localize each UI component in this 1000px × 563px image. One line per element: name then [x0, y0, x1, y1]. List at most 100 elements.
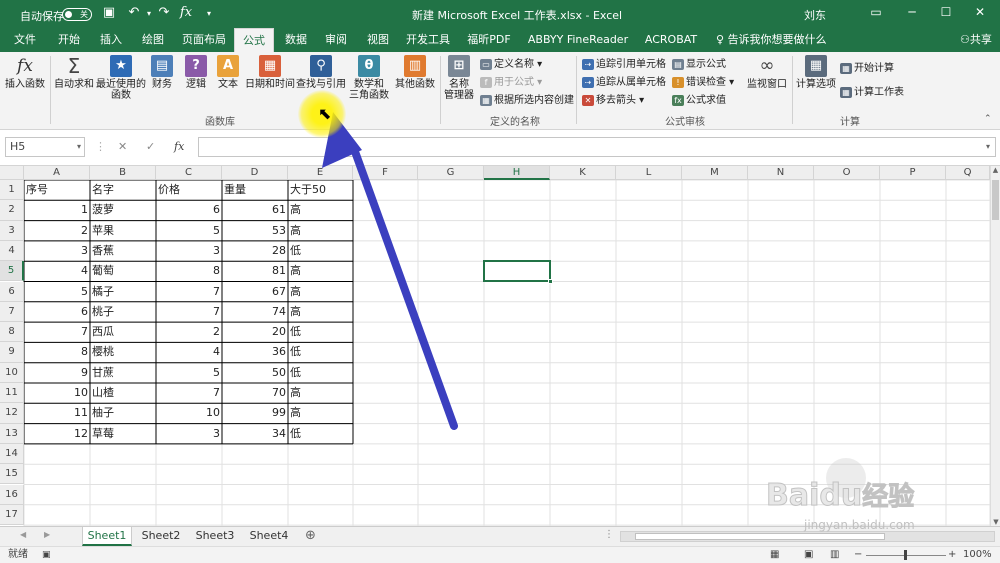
table-cell[interactable]: 高	[288, 302, 353, 322]
tab-insert[interactable]: 插入	[94, 28, 128, 52]
tab-page-layout[interactable]: 页面布局	[180, 28, 228, 52]
table-cell[interactable]: 34	[222, 424, 288, 444]
sheet-tab-2[interactable]: Sheet2	[136, 527, 186, 546]
row-header-1[interactable]: 1	[0, 180, 24, 201]
row-header-3[interactable]: 3	[0, 220, 24, 241]
maximize-icon[interactable]: ☐	[936, 5, 956, 19]
tab-draw[interactable]: 绘图	[136, 28, 170, 52]
table-cell[interactable]: 6	[156, 200, 222, 220]
column-header-k[interactable]: K	[550, 166, 616, 180]
prev-sheet-icon[interactable]: ◀	[20, 530, 26, 539]
tab-view[interactable]: 视图	[362, 28, 394, 52]
sheet-bar-splitter[interactable]: ⋮	[604, 529, 614, 540]
table-cell[interactable]: 低	[288, 322, 353, 342]
column-header-m[interactable]: M	[682, 166, 748, 180]
fill-handle[interactable]	[548, 279, 553, 285]
expand-formula-bar-icon[interactable]: ▾	[986, 142, 990, 151]
name-box[interactable]: H5 ▾	[5, 137, 85, 157]
ribbon-display-icon[interactable]: ▭	[866, 5, 886, 19]
logical-button[interactable]: ? 逻辑	[182, 55, 210, 90]
table-cell[interactable]: 7	[156, 383, 222, 403]
table-cell[interactable]: 3	[156, 241, 222, 261]
use-in-formula-button[interactable]: f 用于公式 ▾	[480, 76, 542, 90]
table-cell[interactable]: 高	[288, 221, 353, 241]
table-cell[interactable]: 36	[222, 342, 288, 362]
row-header-11[interactable]: 11	[0, 383, 24, 404]
recently-used-button[interactable]: ★ 最近使用的 函数	[94, 55, 148, 101]
calculate-sheet-button[interactable]: ▦ 计算工作表	[840, 86, 904, 100]
scroll-down-icon[interactable]: ▼	[991, 518, 1000, 526]
table-cell[interactable]: 74	[222, 302, 288, 322]
table-cell[interactable]: 12	[24, 424, 90, 444]
table-cell[interactable]: 4	[24, 261, 90, 281]
error-checking-button[interactable]: ! 错误检查 ▾	[672, 76, 734, 90]
row-header-17[interactable]: 17	[0, 504, 24, 526]
page-break-view-icon[interactable]: ▥	[830, 547, 839, 563]
table-cell[interactable]: 5	[156, 221, 222, 241]
column-header-g[interactable]: G	[418, 166, 484, 180]
row-header-15[interactable]: 15	[0, 464, 24, 485]
table-cell[interactable]: 高	[288, 200, 353, 220]
table-cell[interactable]: 低	[288, 342, 353, 362]
table-cell[interactable]: 7	[24, 322, 90, 342]
hscroll-thumb[interactable]	[635, 533, 885, 540]
lookup-reference-button[interactable]: ⚲ 查找与引用	[296, 55, 346, 90]
autosave-toggle[interactable]: 关	[62, 8, 92, 21]
sheet-tab-1[interactable]: Sheet1	[82, 527, 132, 546]
table-cell[interactable]: 28	[222, 241, 288, 261]
scroll-up-icon[interactable]: ▲	[991, 166, 1000, 174]
table-cell[interactable]: 柚子	[90, 403, 156, 423]
more-functions-button[interactable]: ▥ 其他函数	[394, 55, 436, 90]
table-header-cell[interactable]: 名字	[90, 180, 156, 200]
table-cell[interactable]: 桃子	[90, 302, 156, 322]
table-cell[interactable]: 甘蔗	[90, 363, 156, 383]
table-cell[interactable]: 葡萄	[90, 261, 156, 281]
create-from-selection-button[interactable]: ▦ 根据所选内容创建	[480, 94, 574, 108]
row-header-12[interactable]: 12	[0, 403, 24, 424]
tab-abbyy[interactable]: ABBYY FineReader 12	[524, 28, 632, 70]
define-name-button[interactable]: ▭ 定义名称 ▾	[480, 58, 542, 72]
table-cell[interactable]: 高	[288, 261, 353, 281]
save-icon[interactable]: ▣	[100, 5, 118, 20]
table-cell[interactable]: 低	[288, 424, 353, 444]
enter-icon[interactable]: ✓	[146, 140, 155, 153]
close-icon[interactable]: ✕	[970, 5, 990, 19]
calculate-now-button[interactable]: ▦ 开始计算	[840, 62, 894, 76]
sheet-tab-4[interactable]: Sheet4	[244, 527, 294, 546]
table-cell[interactable]: 11	[24, 403, 90, 423]
table-cell[interactable]: 7	[156, 282, 222, 302]
column-header-n[interactable]: N	[748, 166, 814, 180]
table-cell[interactable]: 8	[156, 261, 222, 281]
table-cell[interactable]: 5	[24, 282, 90, 302]
table-cell[interactable]: 7	[156, 302, 222, 322]
row-header-13[interactable]: 13	[0, 423, 24, 444]
remove-arrows-button[interactable]: ✕ 移去箭头 ▾	[582, 94, 644, 108]
row-header-7[interactable]: 7	[0, 301, 24, 323]
tab-data[interactable]: 数据	[280, 28, 312, 52]
tab-file[interactable]: 文件	[8, 28, 42, 52]
normal-view-icon[interactable]: ▦	[770, 547, 779, 563]
table-cell[interactable]: 5	[156, 363, 222, 383]
scroll-thumb[interactable]	[992, 180, 999, 220]
table-header-cell[interactable]: 价格	[156, 180, 222, 200]
tell-me-search[interactable]: ♀ 告诉我你想要做什么	[716, 28, 827, 52]
zoom-slider-thumb[interactable]	[904, 550, 907, 560]
table-cell[interactable]: 53	[222, 221, 288, 241]
column-header-d[interactable]: D	[222, 166, 288, 180]
column-header-c[interactable]: C	[156, 166, 222, 180]
financial-button[interactable]: ▤ 财务	[148, 55, 176, 90]
column-header-a[interactable]: A	[24, 166, 90, 180]
next-sheet-icon[interactable]: ▶	[44, 530, 50, 539]
table-cell[interactable]: 3	[156, 424, 222, 444]
table-cell[interactable]: 4	[156, 342, 222, 362]
table-cell[interactable]: 1	[24, 200, 90, 220]
table-cell[interactable]: 9	[24, 363, 90, 383]
horizontal-scrollbar[interactable]	[620, 531, 995, 542]
tab-acrobat[interactable]: ACROBAT	[642, 28, 700, 52]
row-header-10[interactable]: 10	[0, 362, 24, 383]
table-header-cell[interactable]: 大于50	[288, 180, 353, 200]
tab-developer[interactable]: 开发工具	[404, 28, 452, 52]
macro-record-icon[interactable]: ▣	[42, 547, 51, 563]
tab-formulas[interactable]: 公式	[234, 28, 274, 52]
table-cell[interactable]: 61	[222, 200, 288, 220]
